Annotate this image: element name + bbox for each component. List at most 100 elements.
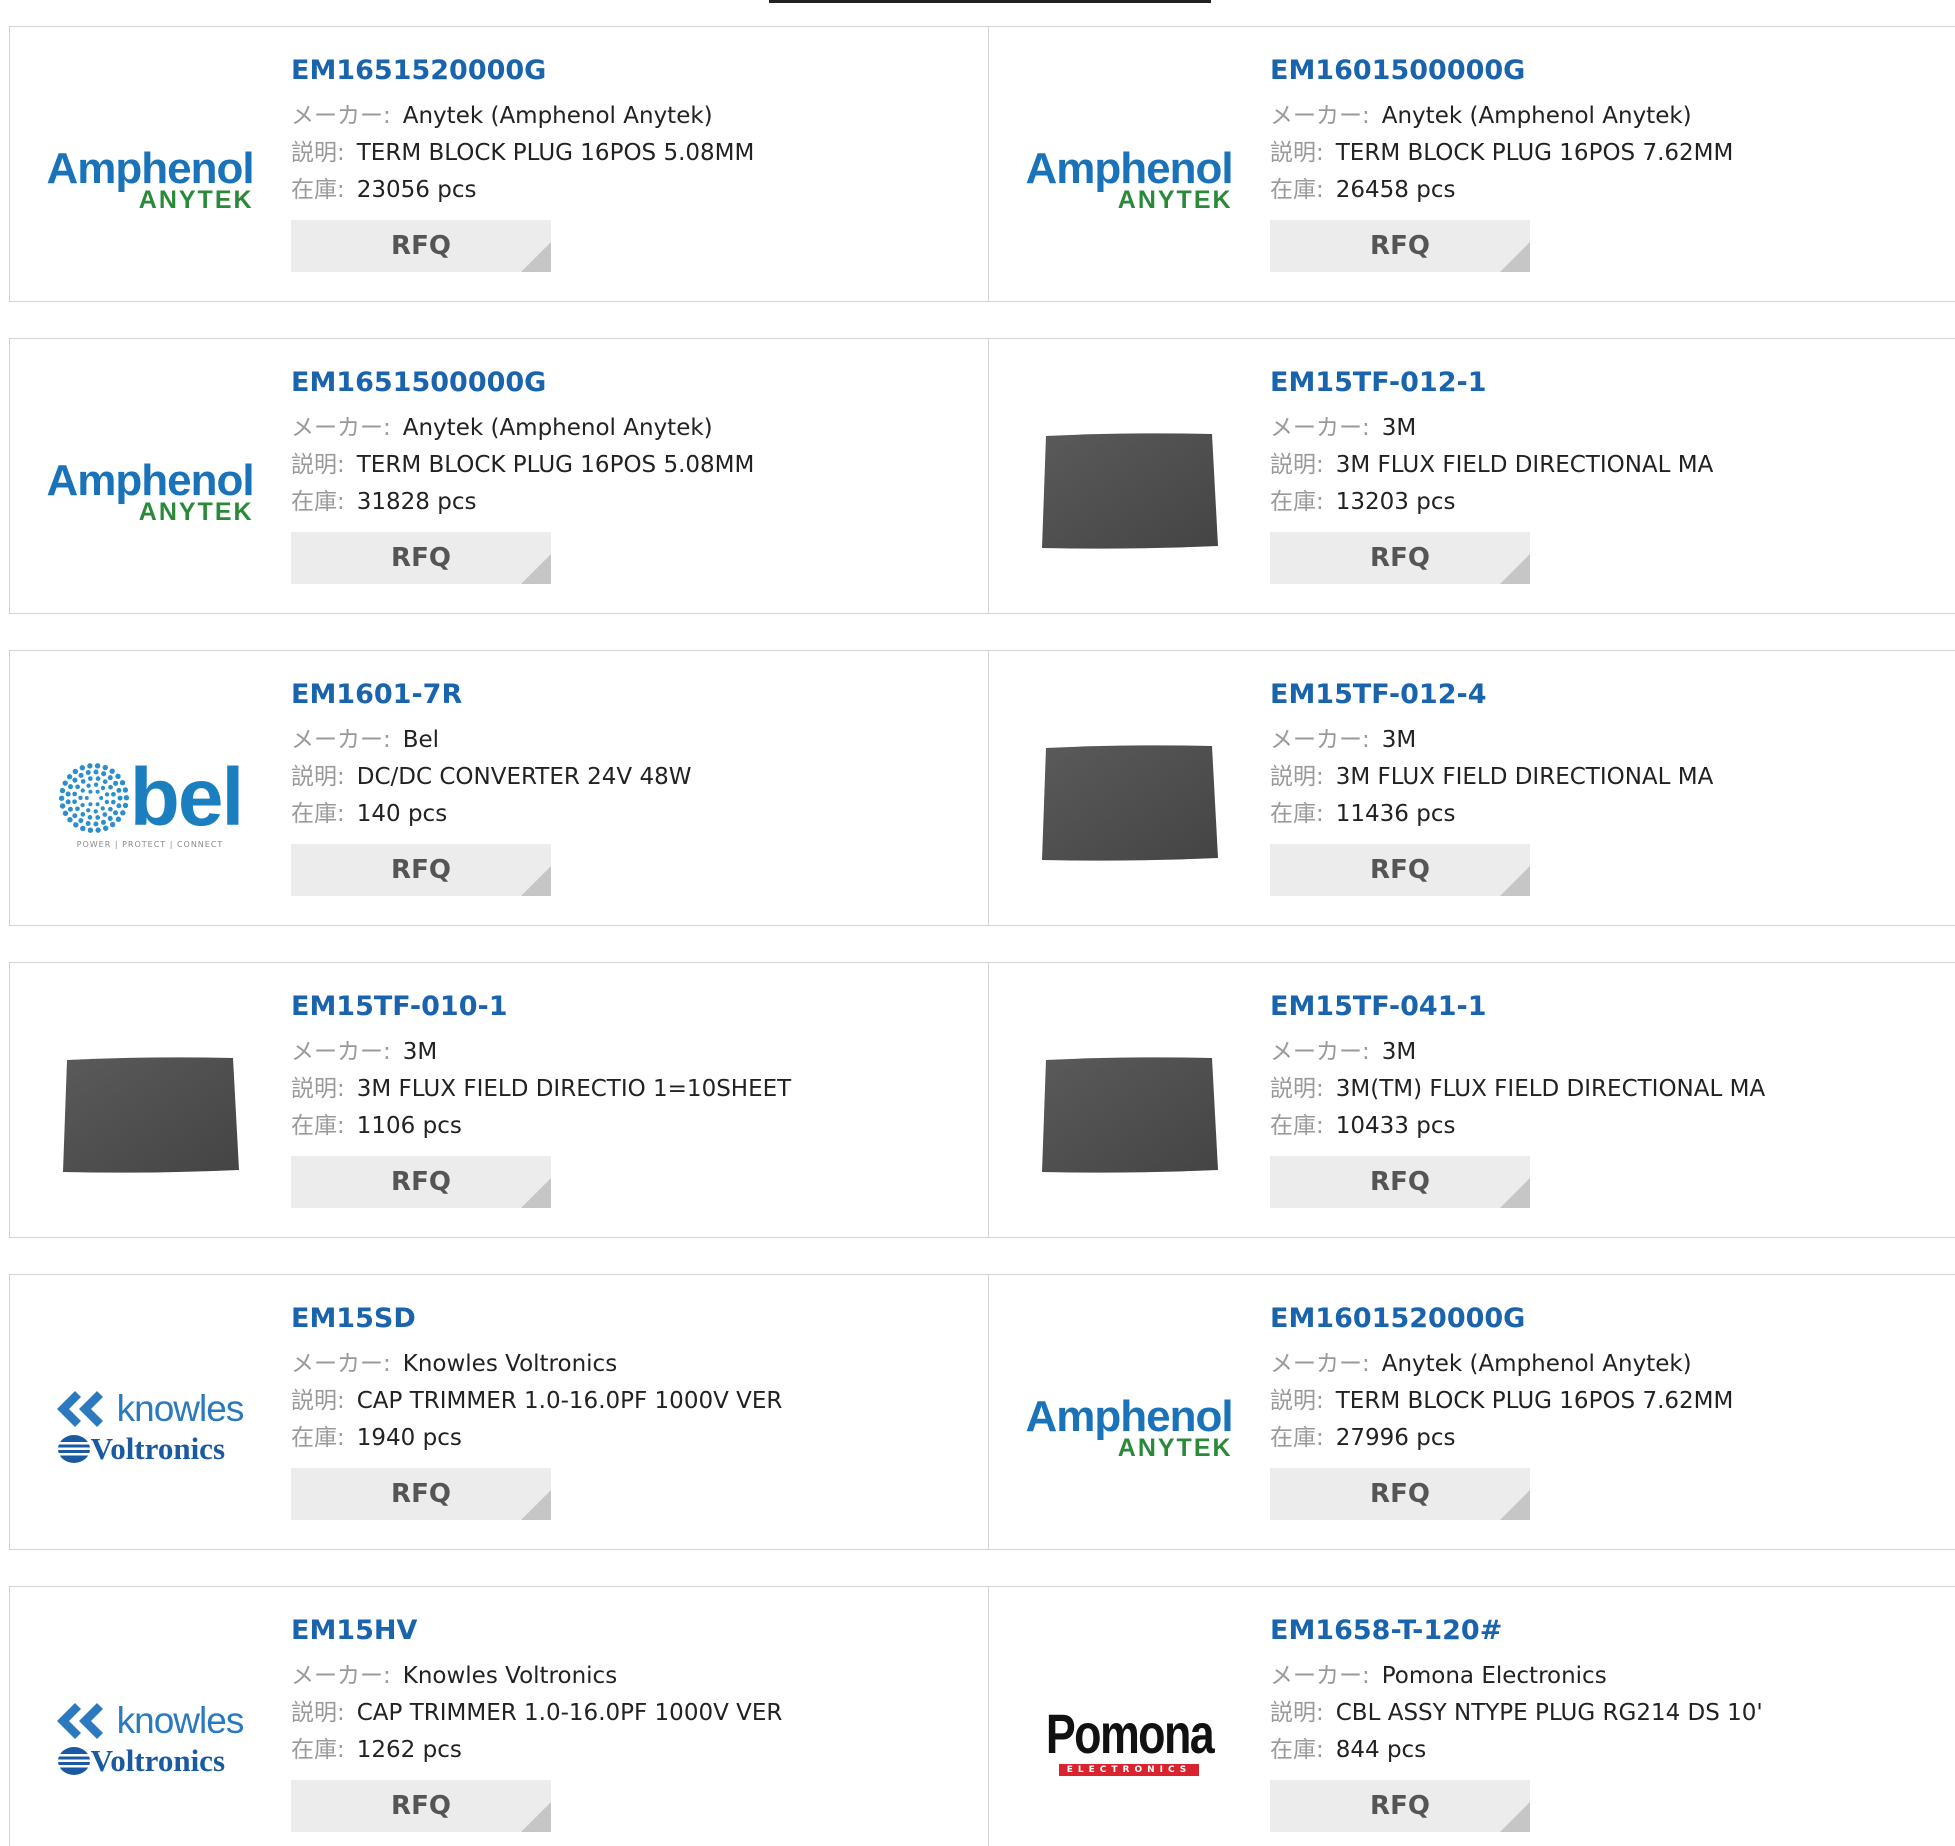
rfq-button[interactable]: RFQ bbox=[1270, 1156, 1530, 1208]
description-line: 説明: CBL ASSY NTYPE PLUG RG214 DS 10' bbox=[1270, 1695, 1763, 1732]
product-image[interactable]: Amphenol ANYTEK bbox=[1025, 117, 1233, 243]
product-image[interactable]: knowles Voltronics bbox=[48, 1677, 252, 1803]
rfq-button[interactable]: RFQ bbox=[291, 532, 551, 584]
logo-subtext: Voltronics bbox=[90, 1431, 226, 1466]
flux-sheet-photo bbox=[1042, 745, 1218, 861]
part-number-link[interactable]: EM15TF-012-4 bbox=[1270, 678, 1713, 712]
logo-wordmark: Amphenol bbox=[1025, 1392, 1233, 1441]
part-number-link[interactable]: EM15SD bbox=[291, 1302, 782, 1336]
product-image[interactable] bbox=[1027, 429, 1231, 555]
stock-line: 在庫: 11436 pcs bbox=[1270, 796, 1713, 833]
maker-line: メーカー: Anytek (Amphenol Anytek) bbox=[291, 410, 754, 447]
product-image[interactable]: bel POWER | PROTECT | CONNECT bbox=[48, 741, 252, 867]
description-label: 説明: bbox=[1270, 452, 1324, 478]
stock-line: 在庫: 1106 pcs bbox=[291, 1108, 791, 1145]
rfq-button[interactable]: RFQ bbox=[1270, 1468, 1530, 1520]
rfq-button[interactable]: RFQ bbox=[291, 1468, 551, 1520]
rfq-button[interactable]: RFQ bbox=[291, 220, 551, 272]
product-image[interactable]: knowles Voltronics bbox=[48, 1365, 252, 1491]
maker-value: 3M bbox=[402, 1039, 438, 1065]
amphenol-anytek-logo: Amphenol ANYTEK bbox=[1025, 147, 1233, 213]
rfq-button[interactable]: RFQ bbox=[1270, 844, 1530, 896]
logo-subtext: ELECTRONICS bbox=[1058, 1763, 1200, 1776]
product-card: knowles Voltronics EM15HV メーカー: Knowles Volt… bbox=[10, 1587, 988, 1846]
product-row: knowles Voltronics EM15SD メーカー: Knowles Volt… bbox=[9, 1274, 1955, 1550]
rfq-corner-decoration bbox=[521, 554, 551, 584]
stock-value: 27996 pcs bbox=[1335, 1425, 1456, 1451]
stock-value: 31828 pcs bbox=[356, 489, 477, 515]
maker-label: メーカー: bbox=[1270, 727, 1370, 753]
product-card: EM15TF-041-1 メーカー: 3M 説明: 3M(TM) FLUX FIELD … bbox=[988, 963, 1955, 1237]
part-number-link[interactable]: EM1601500000G bbox=[1270, 54, 1733, 88]
logo-wordmark: bel bbox=[129, 751, 244, 843]
product-image[interactable] bbox=[48, 1053, 252, 1179]
stock-label: 在庫: bbox=[291, 1425, 345, 1451]
part-number-link[interactable]: EM1601520000G bbox=[1270, 1302, 1733, 1336]
maker-value: Bel bbox=[402, 727, 440, 753]
product-image[interactable] bbox=[1027, 741, 1231, 867]
bel-burst-icon bbox=[58, 762, 129, 833]
maker-line: メーカー: Knowles Voltronics bbox=[291, 1658, 782, 1695]
maker-value: 3M bbox=[1381, 415, 1417, 441]
description-label: 説明: bbox=[291, 1700, 345, 1726]
product-image[interactable]: Pomona ELECTRONICS bbox=[1027, 1677, 1231, 1803]
rfq-corner-decoration bbox=[521, 242, 551, 272]
rfq-button[interactable]: RFQ bbox=[1270, 220, 1530, 272]
maker-line: メーカー: Knowles Voltronics bbox=[291, 1346, 782, 1383]
part-number-link[interactable]: EM1658-T-120# bbox=[1270, 1614, 1763, 1648]
rfq-button[interactable]: RFQ bbox=[291, 844, 551, 896]
stock-line: 在庫: 27996 pcs bbox=[1270, 1420, 1733, 1457]
rfq-button[interactable]: RFQ bbox=[1270, 532, 1530, 584]
rfq-button[interactable]: RFQ bbox=[291, 1156, 551, 1208]
rfq-button[interactable]: RFQ bbox=[291, 1780, 551, 1832]
stock-label: 在庫: bbox=[1270, 1425, 1324, 1451]
product-card: Amphenol ANYTEK EM1601500000G メーカー: Anytek (… bbox=[988, 27, 1955, 301]
maker-label: メーカー: bbox=[291, 1351, 391, 1377]
stock-line: 在庫: 31828 pcs bbox=[291, 484, 754, 521]
part-number-link[interactable]: EM1651520000G bbox=[291, 54, 754, 88]
product-grid: Amphenol ANYTEK EM1651520000G メーカー: Anytek (… bbox=[9, 26, 1955, 1846]
rfq-label: RFQ bbox=[391, 1167, 451, 1197]
product-image[interactable]: Amphenol ANYTEK bbox=[46, 429, 254, 555]
rfq-label: RFQ bbox=[391, 231, 451, 261]
description-value: 3M(TM) FLUX FIELD DIRECTIONAL MA bbox=[1335, 1076, 1766, 1102]
stock-value: 11436 pcs bbox=[1335, 801, 1456, 827]
description-value: TERM BLOCK PLUG 16POS 5.08MM bbox=[356, 452, 755, 478]
logo-wordmark: knowles bbox=[116, 1388, 245, 1429]
description-label: 説明: bbox=[1270, 140, 1324, 166]
product-row: bel POWER | PROTECT | CONNECT EM1601-7R メーカ… bbox=[9, 650, 1955, 926]
stock-line: 在庫: 140 pcs bbox=[291, 796, 692, 833]
rfq-label: RFQ bbox=[391, 1479, 451, 1509]
knowles-voltronics-logo: knowles Voltronics bbox=[56, 1388, 245, 1467]
pomona-logo: Pomona ELECTRONICS bbox=[1025, 1704, 1234, 1776]
maker-label: メーカー: bbox=[291, 1039, 391, 1065]
description-value: TERM BLOCK PLUG 16POS 7.62MM bbox=[1335, 1388, 1734, 1414]
part-number-link[interactable]: EM1651500000G bbox=[291, 366, 754, 400]
maker-value: Pomona Electronics bbox=[1381, 1663, 1607, 1689]
rfq-corner-decoration bbox=[521, 866, 551, 896]
part-number-link[interactable]: EM15HV bbox=[291, 1614, 782, 1648]
description-line: 説明: 3M FLUX FIELD DIRECTIONAL MA bbox=[1270, 447, 1713, 484]
rfq-corner-decoration bbox=[1500, 1490, 1530, 1520]
part-number-link[interactable]: EM15TF-010-1 bbox=[291, 990, 791, 1024]
part-number-link[interactable]: EM1601-7R bbox=[291, 678, 692, 712]
stock-label: 在庫: bbox=[1270, 1113, 1324, 1139]
amphenol-anytek-logo: Amphenol ANYTEK bbox=[1025, 1392, 1233, 1461]
product-image[interactable]: Amphenol ANYTEK bbox=[46, 117, 254, 243]
product-image[interactable] bbox=[1027, 1053, 1231, 1179]
product-card: Amphenol ANYTEK EM1601520000G メーカー: Anytek (… bbox=[988, 1275, 1955, 1549]
product-image[interactable]: Amphenol ANYTEK bbox=[1025, 1365, 1233, 1491]
rfq-button[interactable]: RFQ bbox=[1270, 1780, 1530, 1832]
stock-value: 140 pcs bbox=[356, 801, 448, 827]
part-number-link[interactable]: EM15TF-012-1 bbox=[1270, 366, 1713, 400]
description-value: CAP TRIMMER 1.0-16.0PF 1000V VER bbox=[356, 1700, 783, 1726]
logo-wordmark: Amphenol bbox=[46, 144, 254, 193]
description-line: 説明: DC/DC CONVERTER 24V 48W bbox=[291, 759, 692, 796]
maker-label: メーカー: bbox=[291, 727, 391, 753]
part-number-link[interactable]: EM15TF-041-1 bbox=[1270, 990, 1765, 1024]
stock-line: 在庫: 26458 pcs bbox=[1270, 172, 1733, 209]
rfq-label: RFQ bbox=[1370, 543, 1430, 573]
stock-value: 23056 pcs bbox=[356, 177, 477, 203]
description-line: 説明: TERM BLOCK PLUG 16POS 5.08MM bbox=[291, 135, 754, 172]
rfq-corner-decoration bbox=[521, 1490, 551, 1520]
